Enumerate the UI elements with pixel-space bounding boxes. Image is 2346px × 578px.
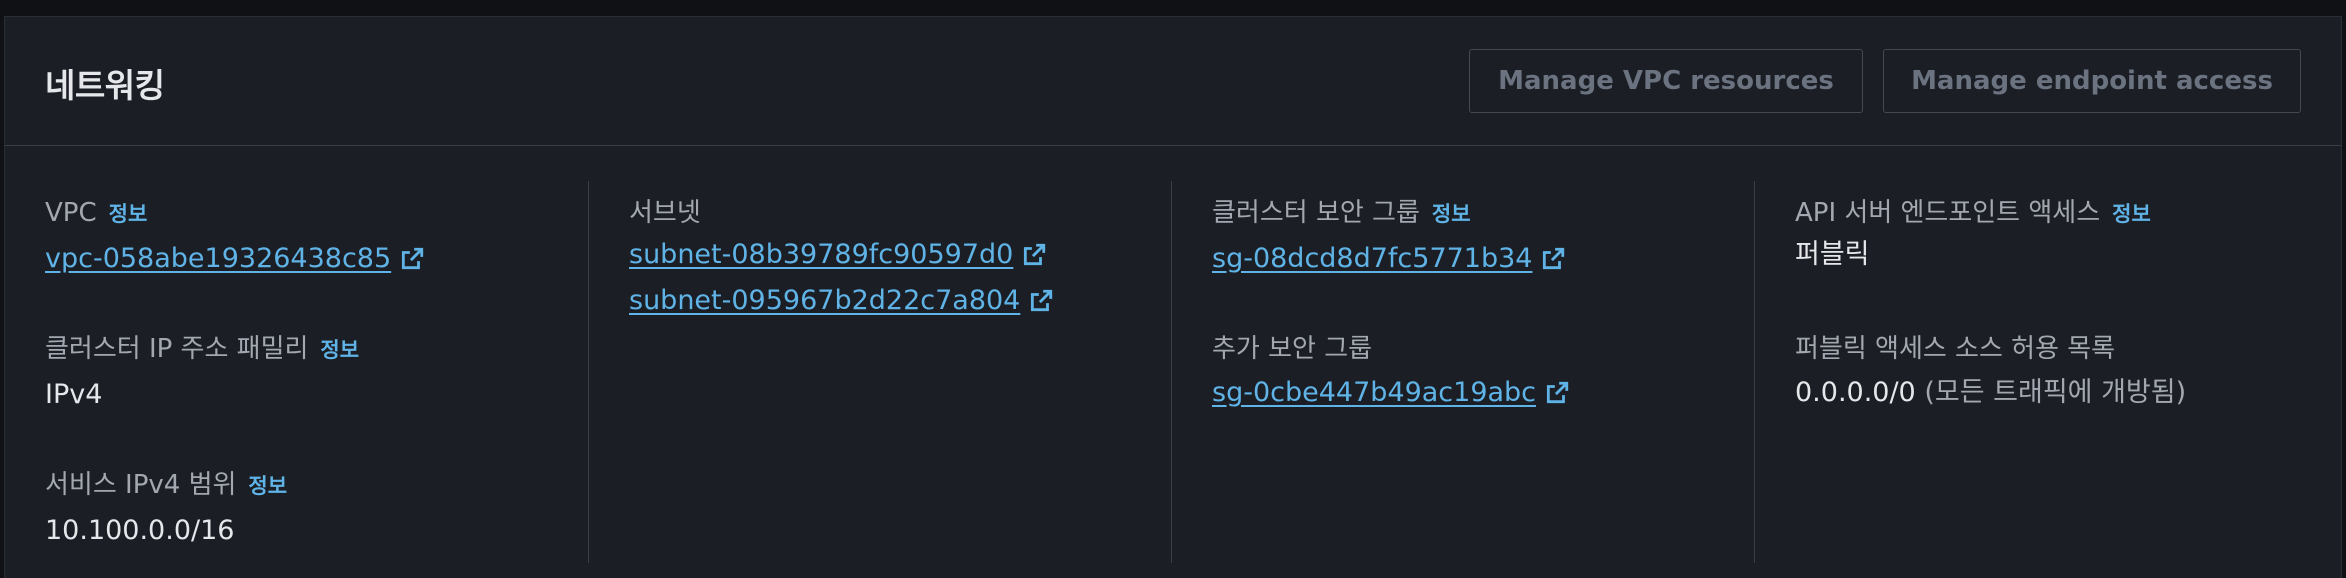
- networking-panel: 네트워킹 Manage VPC resources Manage endpoin…: [4, 16, 2342, 578]
- service-range-info-link[interactable]: 정보: [248, 474, 287, 498]
- cluster-sg-link[interactable]: sg-08dcd8d7fc5771b34: [1212, 239, 1566, 279]
- vpc-link[interactable]: vpc-058abe19326438c85: [45, 239, 425, 279]
- external-link-icon: [402, 247, 424, 270]
- vpc-id: vpc-058abe19326438c85: [45, 243, 392, 274]
- external-link-icon: [1031, 289, 1053, 312]
- cluster-sg-field: 클러스터 보안 그룹 정보 sg-08dcd8d7fc5771b34: [1212, 195, 1566, 279]
- ip-family-label: 클러스터 IP 주소 패밀리: [45, 334, 309, 364]
- additional-sg-link[interactable]: sg-0cbe447b49ac19abc: [1212, 373, 1570, 413]
- additional-sg-field: 추가 보안 그룹 sg-0cbe447b49ac19abc: [1212, 331, 1570, 413]
- subnet-link[interactable]: subnet-095967b2d22c7a804: [629, 281, 1054, 321]
- column-divider: [588, 181, 589, 563]
- api-access-field: API 서버 엔드포인트 액세스 정보 퍼블릭: [1795, 195, 2151, 275]
- page-title: 네트워킹: [45, 66, 165, 105]
- ip-family-field: 클러스터 IP 주소 패밀리 정보 IPv4: [45, 331, 359, 415]
- subnets-label: 서브넷: [629, 198, 701, 228]
- external-link-icon: [1546, 381, 1569, 404]
- external-link-icon: [1543, 247, 1565, 270]
- subnets-field: 서브넷 subnet-08b39789fc90597d0 subnet-0959…: [629, 195, 1054, 321]
- additional-sg-id: sg-0cbe447b49ac19abc: [1212, 377, 1537, 408]
- public-cidrs-note: (모든 트래픽에 개방됨): [1924, 377, 2187, 408]
- service-range-field: 서비스 IPv4 범위 정보 10.100.0.0/16: [45, 467, 287, 551]
- public-cidrs-label: 퍼블릭 액세스 소스 허용 목록: [1795, 334, 2116, 364]
- additional-sg-label: 추가 보안 그룹: [1212, 334, 1373, 364]
- subnet-link[interactable]: subnet-08b39789fc90597d0: [629, 235, 1047, 275]
- api-access-label: API 서버 엔드포인트 액세스: [1795, 198, 2101, 228]
- api-access-value: 퍼블릭: [1795, 239, 1870, 270]
- vpc-label: VPC: [45, 198, 97, 228]
- manage-endpoint-access-button[interactable]: Manage endpoint access: [1883, 49, 2301, 113]
- ip-family-info-link[interactable]: 정보: [320, 338, 359, 362]
- service-range-label: 서비스 IPv4 범위: [45, 470, 237, 500]
- public-cidrs-field: 퍼블릭 액세스 소스 허용 목록 0.0.0.0/0 (모든 트래픽에 개방됨): [1795, 331, 2186, 413]
- cluster-sg-info-link[interactable]: 정보: [1432, 202, 1471, 226]
- vpc-field: VPC 정보 vpc-058abe19326438c85: [45, 195, 425, 279]
- cluster-sg-id: sg-08dcd8d7fc5771b34: [1212, 243, 1533, 274]
- column-divider: [1171, 181, 1172, 563]
- external-link-icon: [1024, 243, 1046, 266]
- manage-vpc-resources-button[interactable]: Manage VPC resources: [1469, 49, 1863, 113]
- panel-header: 네트워킹 Manage VPC resources Manage endpoin…: [5, 17, 2341, 146]
- subnet-id: subnet-08b39789fc90597d0: [629, 239, 1014, 270]
- api-access-info-link[interactable]: 정보: [2112, 202, 2151, 226]
- subnet-id: subnet-095967b2d22c7a804: [629, 285, 1021, 316]
- service-range-value: 10.100.0.0/16: [45, 515, 235, 546]
- column-divider: [1754, 181, 1755, 563]
- cluster-sg-label: 클러스터 보안 그룹: [1212, 198, 1420, 228]
- public-cidrs-value: 0.0.0.0/0: [1795, 377, 1916, 408]
- vpc-info-link[interactable]: 정보: [109, 202, 148, 226]
- ip-family-value: IPv4: [45, 379, 103, 410]
